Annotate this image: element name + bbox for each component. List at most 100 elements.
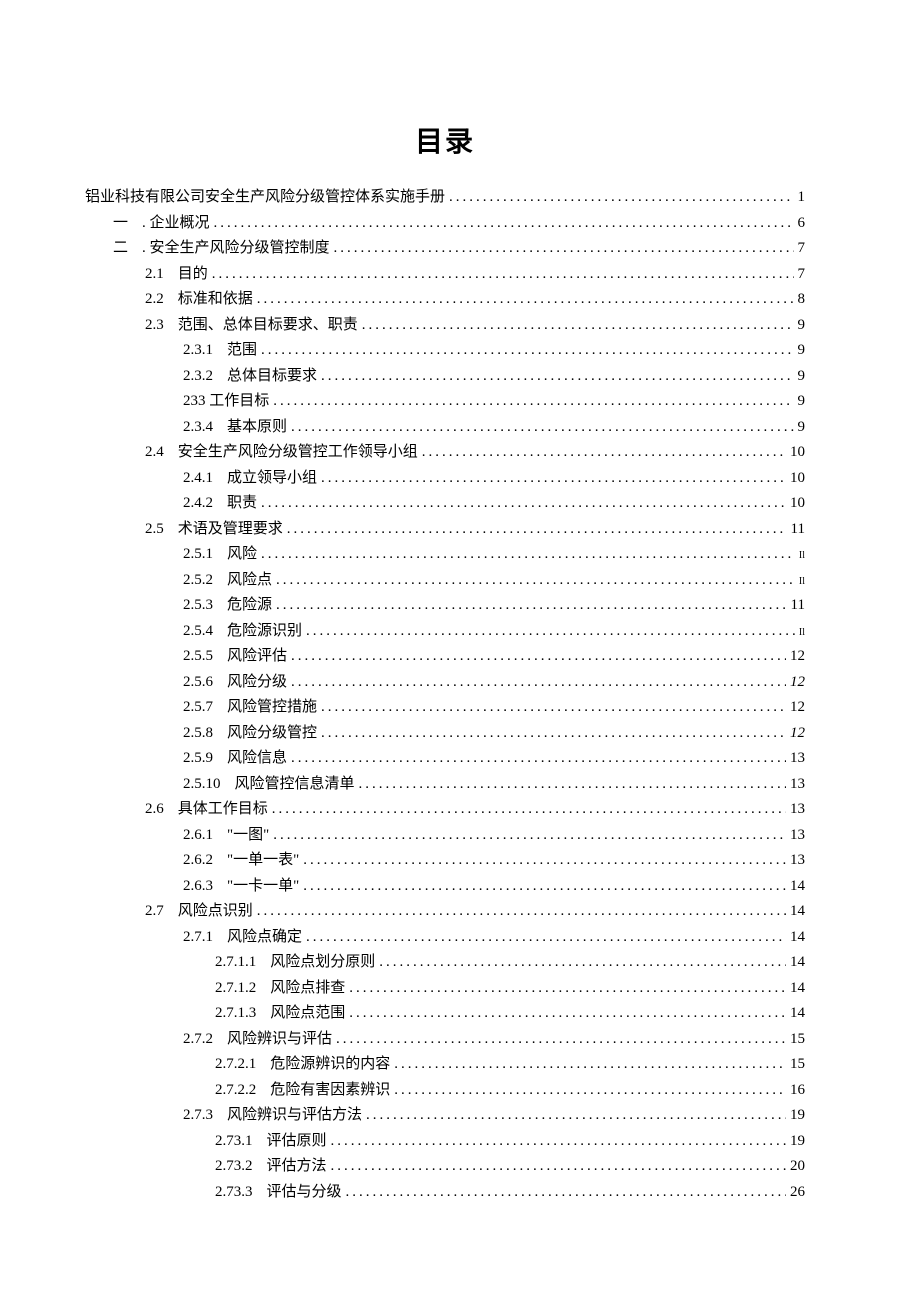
toc-entry-page: 10 <box>786 445 805 460</box>
toc-entry-number: 二 <box>113 241 142 256</box>
toc-entry-page: 1 <box>794 190 806 205</box>
toc-entry-page: 14 <box>786 930 805 945</box>
toc-entry-number: 2.7.2.1 <box>215 1057 270 1072</box>
toc-leader-dots <box>257 343 793 358</box>
toc-entry-page: 14 <box>786 904 805 919</box>
toc-entry-number: 2.7.1.1 <box>215 955 270 970</box>
toc-entry: 2.7.3风险辨识与评估方法19 <box>85 1108 805 1123</box>
toc-entry-label: "一单一表" <box>227 853 299 868</box>
toc-entry: 2.7.2.2危险有害因素辨识 16 <box>85 1083 805 1098</box>
toc-leader-dots <box>418 445 786 460</box>
toc-entry-label: 总体目标要求 <box>227 369 317 384</box>
toc-leader-dots <box>345 1006 786 1021</box>
toc-leader-dots <box>342 1185 786 1200</box>
toc-leader-dots <box>253 904 786 919</box>
toc-entry-number: 2.3.2 <box>183 369 227 384</box>
toc-entry-label: 术语及管理要求 <box>178 522 283 537</box>
toc-entry-page: 9 <box>794 343 806 358</box>
toc-entry-number: 2.7.1 <box>183 930 227 945</box>
toc-entry: 2.7风险点识别14 <box>85 904 805 919</box>
toc-leader-dots <box>253 292 794 307</box>
toc-entry-page: 8 <box>794 292 806 307</box>
toc-leader-dots <box>287 751 786 766</box>
toc-leader-dots <box>327 1134 786 1149</box>
toc-entry: 2.7.1风险点确定 14 <box>85 930 805 945</box>
toc-entry-page: Il <box>795 577 805 587</box>
toc-entry: 2.73.3评估与分级26 <box>85 1185 805 1200</box>
toc-entry-number: 2.5.8 <box>183 726 227 741</box>
toc-entry-page: Il <box>795 628 805 638</box>
toc-entry-page: 19 <box>786 1108 805 1123</box>
toc-entry-page: 12 <box>786 700 805 715</box>
toc-entry-label: 标准和依据 <box>178 292 253 307</box>
toc-entry: 2.5.3危险源11 <box>85 598 805 613</box>
toc-entry-number: 2.73.2 <box>215 1159 267 1174</box>
toc-entry: 2.2标准和依据 8 <box>85 292 805 307</box>
toc-entry-page: 9 <box>794 318 806 333</box>
toc-entry-page: 10 <box>786 496 805 511</box>
toc-leader-dots <box>445 190 793 205</box>
toc-entry-page: 26 <box>786 1185 805 1200</box>
toc-entry: 铝业科技有限公司安全生产风险分级管控体系实施手册1 <box>85 190 805 205</box>
toc-entry-page: 14 <box>786 955 805 970</box>
toc-entry: 2.5.7风险管控措施12 <box>85 700 805 715</box>
toc-container: 铝业科技有限公司安全生产风险分级管控体系实施手册1一. 企业概况6二. 安全生产… <box>85 190 805 1200</box>
toc-entry-label: "一图" <box>227 828 269 843</box>
toc-entry-number: 2.5.9 <box>183 751 227 766</box>
toc-leader-dots <box>269 828 786 843</box>
toc-entry-label: 范围 <box>227 343 257 358</box>
toc-entry-number: 2.5.6 <box>183 675 227 690</box>
toc-entry-label: 评估方法 <box>267 1159 327 1174</box>
toc-entry-number: 2.3 <box>145 318 178 333</box>
toc-entry-page: 16 <box>786 1083 805 1098</box>
toc-leader-dots <box>269 394 793 409</box>
toc-entry: 2.5.10风险管控信息清单13 <box>85 777 805 792</box>
toc-leader-dots <box>299 853 786 868</box>
toc-entry-label: 风险点确定 <box>227 930 302 945</box>
toc-entry-number: 2.6.1 <box>183 828 227 843</box>
toc-entry-label: 风险信息 <box>227 751 287 766</box>
toc-entry-label: 危险有害因素辨识 <box>270 1083 390 1098</box>
toc-title: 目录 <box>85 120 805 160</box>
toc-entry-number: 2.7.2.2 <box>215 1083 270 1098</box>
toc-entry: 2.73.1评估原则19 <box>85 1134 805 1149</box>
toc-entry-number: 2.3.1 <box>183 343 227 358</box>
document-page: 目录 铝业科技有限公司安全生产风险分级管控体系实施手册1一. 企业概况6二. 安… <box>0 0 920 1301</box>
toc-entry-label: 风险管控措施 <box>227 700 317 715</box>
toc-entry-label: . 安全生产风险分级管控制度 <box>142 241 330 256</box>
toc-leader-dots <box>327 1159 786 1174</box>
toc-entry-label: 风险辨识与评估 <box>227 1032 332 1047</box>
toc-entry: 2.4.2职责10 <box>85 496 805 511</box>
toc-entry-number: 2.5.1 <box>183 547 227 562</box>
toc-entry-page: 15 <box>786 1032 805 1047</box>
toc-entry-page: 7 <box>794 241 806 256</box>
toc-entry: 2.5.5风险评估12 <box>85 649 805 664</box>
toc-entry-label: 风险点范围 <box>270 1006 345 1021</box>
toc-entry-label: 具体工作目标 <box>178 802 268 817</box>
toc-entry-page: 12 <box>786 675 805 690</box>
toc-entry-label: 风险辨识与评估方法 <box>227 1108 362 1123</box>
toc-entry-number: 2.7.2 <box>183 1032 227 1047</box>
toc-entry-number: 2.5.3 <box>183 598 227 613</box>
toc-entry-number: 2.5.5 <box>183 649 227 664</box>
toc-leader-dots <box>317 369 793 384</box>
toc-entry: 2.7.1.2风险点排查14 <box>85 981 805 996</box>
toc-entry-page: 9 <box>794 369 806 384</box>
toc-entry-number: 2.7.1.3 <box>215 1006 270 1021</box>
toc-entry-number: 2.2 <box>145 292 178 307</box>
toc-entry: 2.6.2"一单一表"13 <box>85 853 805 868</box>
toc-leader-dots <box>210 216 794 231</box>
toc-leader-dots <box>375 955 786 970</box>
toc-entry-number: 2.3.4 <box>183 420 227 435</box>
toc-entry: 2.5.9风险信息13 <box>85 751 805 766</box>
toc-entry-label: 危险源识别 <box>227 624 302 639</box>
toc-entry-page: 13 <box>786 777 805 792</box>
toc-entry-page: 6 <box>794 216 806 231</box>
toc-entry-page: 15 <box>786 1057 805 1072</box>
toc-entry: 二. 安全生产风险分级管控制度 7 <box>85 241 805 256</box>
toc-leader-dots <box>299 879 786 894</box>
toc-entry-label: 风险点排查 <box>270 981 345 996</box>
toc-leader-dots <box>302 930 786 945</box>
toc-entry: 2.6.1"一图"13 <box>85 828 805 843</box>
toc-entry-number: 2.4.1 <box>183 471 227 486</box>
